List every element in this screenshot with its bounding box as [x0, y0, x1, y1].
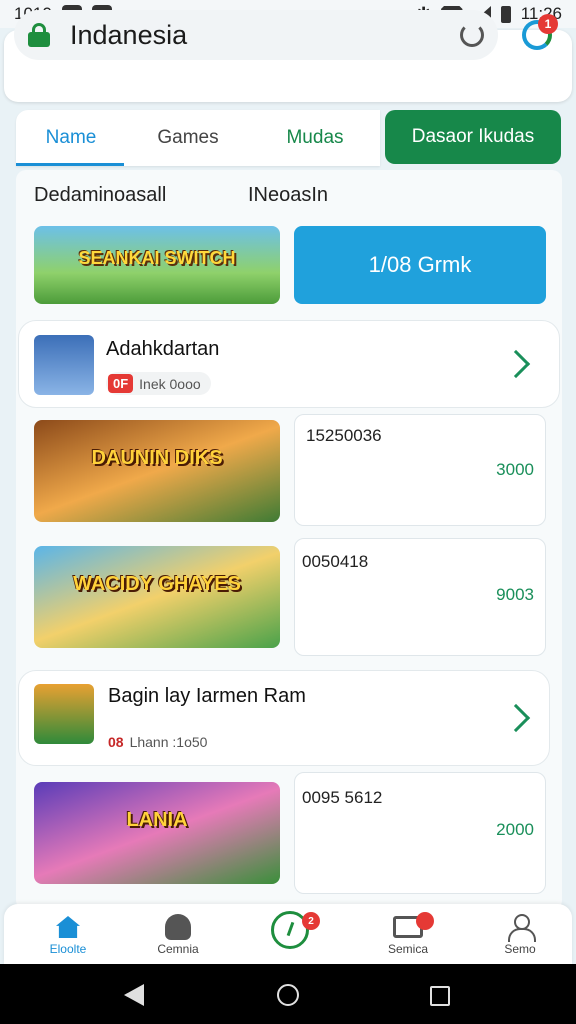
primary-action-button[interactable]: Dasaor Ikudas — [385, 110, 561, 164]
status-badge: 0F — [108, 374, 134, 393]
reload-icon[interactable] — [460, 23, 484, 47]
profile-badge: 1 — [538, 14, 558, 34]
tab-mudas[interactable]: Mudas — [250, 110, 380, 166]
user-icon — [508, 914, 536, 942]
game-thumbnail-title: LANIA — [126, 809, 188, 831]
list-item-title: Bagin lay Iarmen Ram — [108, 685, 306, 707]
cart-badge — [416, 912, 434, 930]
game-thumbnail[interactable]: DAUNIN DIKS — [34, 420, 280, 522]
nav-profile-label: Semo — [504, 942, 536, 956]
nav-cart[interactable]: Semica — [358, 912, 458, 956]
game-thumbnail[interactable]: WACIDY GHAYES — [34, 546, 280, 648]
nav-camera-label: Cemnia — [157, 942, 199, 956]
url-bar[interactable]: Indanesia — [14, 10, 498, 60]
tab-bar: Name Games Mudas — [16, 110, 380, 166]
game-thumbnail-title: WACIDY GHAYES — [73, 573, 241, 595]
nav-profile[interactable]: Semo — [470, 912, 570, 956]
list-item-subtitle: Lhann :1o50 — [129, 734, 208, 750]
game-value: 9003 — [496, 585, 534, 604]
home-icon — [56, 916, 80, 938]
battery-icon — [500, 5, 511, 23]
game-id: 0095 5612 — [302, 788, 383, 807]
url-text: Indanesia — [70, 19, 188, 50]
camera-icon — [165, 914, 191, 940]
nav-home-label: Eloolte — [49, 942, 87, 956]
list-item-title: Adahkdartan — [106, 338, 220, 360]
game-value: 3000 — [496, 460, 534, 479]
section-label-right: INeoasIn — [248, 184, 329, 206]
recent-apps-icon[interactable] — [430, 986, 450, 1006]
featured-action-button[interactable]: 1/08 Grmk — [294, 226, 546, 304]
nav-cart-label: Semica — [387, 942, 428, 956]
tab-name[interactable]: Name — [16, 110, 126, 166]
game-thumbnail-title: DAUNIN DIKS — [91, 447, 223, 469]
game-thumbnail[interactable]: LANIA — [34, 782, 280, 884]
list-item-subtitle: Inek 0ooo — [139, 375, 201, 392]
nav-clock[interactable] — [240, 911, 340, 950]
list-item-meta: 0F Inek 0ooo — [106, 372, 211, 395]
back-icon[interactable] — [124, 984, 144, 1006]
game-value: 2000 — [496, 820, 534, 839]
avatar — [34, 684, 94, 744]
system-nav-bar — [0, 964, 576, 1024]
status-badge: 08 — [108, 734, 124, 750]
system-home-icon[interactable] — [277, 984, 299, 1006]
game-id: 15250036 — [306, 426, 382, 445]
nav-home[interactable]: Eloolte — [18, 912, 118, 956]
nav-camera[interactable]: Cemnia — [128, 912, 228, 956]
tab-games[interactable]: Games — [126, 110, 250, 166]
game-id: 0050418 — [302, 552, 369, 571]
lock-icon — [28, 23, 50, 47]
avatar — [34, 335, 94, 395]
section-label-left: Dedaminoasall — [34, 184, 167, 206]
banner-title: SEANKAI SWITCH — [78, 248, 236, 268]
list-item-meta: 08 Lhann :1o50 — [108, 734, 207, 750]
bottom-nav: Eloolte Cemnia Semica Semo — [4, 904, 572, 964]
list-item[interactable] — [18, 320, 560, 408]
featured-banner[interactable]: SEANKAI SWITCH — [34, 226, 280, 304]
notification-badge: 2 — [302, 912, 320, 930]
